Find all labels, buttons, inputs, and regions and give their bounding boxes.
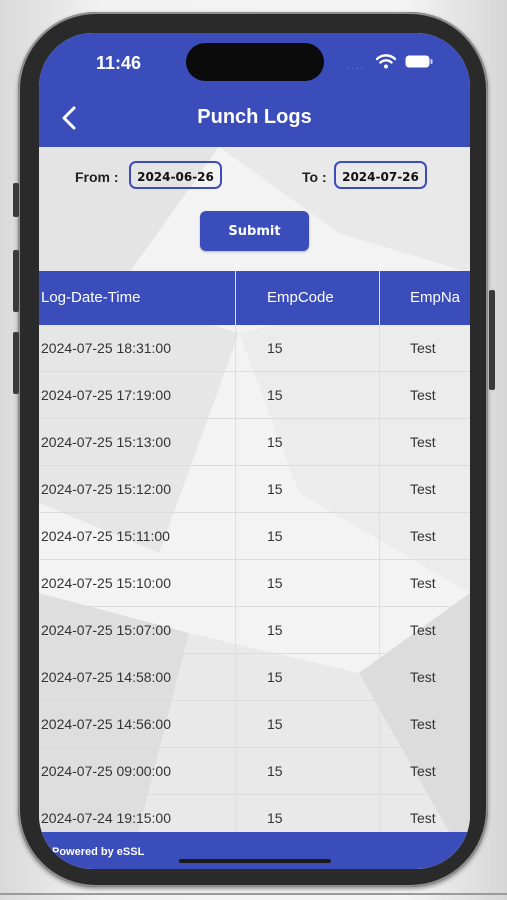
cell-empcode: 15 bbox=[267, 340, 283, 356]
divider bbox=[0, 893, 507, 895]
to-date-field[interactable]: 2024-07-26 bbox=[334, 161, 427, 189]
cell-log-date-time: 2024-07-25 15:13:00 bbox=[41, 434, 171, 450]
battery-icon bbox=[405, 55, 433, 68]
status-time: 11:46 bbox=[96, 53, 142, 73]
cell-log-date-time: 2024-07-25 15:07:00 bbox=[41, 622, 171, 638]
table-row[interactable]: 2024-07-25 15:07:00 15 Test bbox=[39, 607, 470, 654]
cell-empname: Test bbox=[410, 810, 436, 826]
cell-empname: Test bbox=[410, 622, 436, 638]
mute-switch bbox=[13, 183, 19, 217]
table-row[interactable]: 2024-07-25 14:58:00 15 Test bbox=[39, 654, 470, 701]
table-header: Log-Date-Time EmpCode EmpNa bbox=[39, 271, 470, 325]
submit-button[interactable]: Submit bbox=[200, 211, 309, 251]
cell-empcode: 15 bbox=[267, 575, 283, 591]
to-label: To : bbox=[302, 169, 327, 185]
cell-empcode: 15 bbox=[267, 434, 283, 450]
from-label: From : bbox=[75, 169, 119, 185]
wifi-icon bbox=[376, 54, 396, 69]
table-row[interactable]: 2024-07-25 09:00:00 15 Test bbox=[39, 748, 470, 795]
log-table-body[interactable]: 2024-07-25 18:31:00 15 Test 2024-07-25 1… bbox=[39, 325, 470, 832]
table-row[interactable]: 2024-07-25 15:10:00 15 Test bbox=[39, 560, 470, 607]
column-header-log-date-time[interactable]: Log-Date-Time bbox=[41, 271, 231, 325]
page-title: Punch Logs bbox=[197, 106, 312, 128]
cell-log-date-time: 2024-07-24 19:15:00 bbox=[41, 810, 171, 826]
table-row[interactable]: 2024-07-25 15:13:00 15 Test bbox=[39, 419, 470, 466]
volume-up-button bbox=[13, 250, 19, 312]
cell-log-date-time: 2024-07-25 09:00:00 bbox=[41, 763, 171, 779]
home-indicator[interactable] bbox=[179, 859, 331, 863]
table-row[interactable]: 2024-07-24 19:15:00 15 Test bbox=[39, 795, 470, 832]
cell-empcode: 15 bbox=[267, 481, 283, 497]
volume-down-button bbox=[13, 332, 19, 394]
cell-empname: Test bbox=[410, 575, 436, 591]
app-header: 11:46 ···· Punch Logs bbox=[39, 33, 470, 147]
table-row[interactable]: 2024-07-25 18:31:00 15 Test bbox=[39, 325, 470, 372]
app-screen: 11:46 ···· Punch Logs From : 2024-06-26 … bbox=[39, 33, 470, 869]
cell-empname: Test bbox=[410, 387, 436, 403]
cell-empname: Test bbox=[410, 669, 436, 685]
cell-log-date-time: 2024-07-25 14:56:00 bbox=[41, 716, 171, 732]
table-row[interactable]: 2024-07-25 14:56:00 15 Test bbox=[39, 701, 470, 748]
power-button bbox=[489, 290, 495, 390]
cell-log-date-time: 2024-07-25 17:19:00 bbox=[41, 387, 171, 403]
cell-empcode: 15 bbox=[267, 387, 283, 403]
cell-empcode: 15 bbox=[267, 810, 283, 826]
cell-empcode: 15 bbox=[267, 528, 283, 544]
cell-empname: Test bbox=[410, 528, 436, 544]
cell-empname: Test bbox=[410, 340, 436, 356]
table-row[interactable]: 2024-07-25 15:12:00 15 Test bbox=[39, 466, 470, 513]
signal-icon: ···· bbox=[347, 63, 365, 74]
footer-credit: Powered by eSSL bbox=[52, 846, 145, 858]
cell-empcode: 15 bbox=[267, 716, 283, 732]
cell-log-date-time: 2024-07-25 15:11:00 bbox=[41, 528, 170, 544]
dynamic-island bbox=[186, 43, 324, 81]
column-header-empcode[interactable]: EmpCode bbox=[267, 271, 377, 325]
from-date-field[interactable]: 2024-06-26 bbox=[129, 161, 222, 189]
cell-empname: Test bbox=[410, 481, 436, 497]
column-header-empname[interactable]: EmpNa bbox=[410, 271, 470, 325]
table-row[interactable]: 2024-07-25 17:19:00 15 Test bbox=[39, 372, 470, 419]
app-footer: Powered by eSSL bbox=[39, 832, 470, 869]
cell-empname: Test bbox=[410, 763, 436, 779]
cell-empcode: 15 bbox=[267, 622, 283, 638]
cell-empname: Test bbox=[410, 716, 436, 732]
cell-empcode: 15 bbox=[267, 763, 283, 779]
cell-log-date-time: 2024-07-25 18:31:00 bbox=[41, 340, 171, 356]
cell-empcode: 15 bbox=[267, 669, 283, 685]
cell-empname: Test bbox=[410, 434, 436, 450]
cell-log-date-time: 2024-07-25 15:10:00 bbox=[41, 575, 171, 591]
table-row[interactable]: 2024-07-25 15:11:00 15 Test bbox=[39, 513, 470, 560]
cell-log-date-time: 2024-07-25 15:12:00 bbox=[41, 481, 171, 497]
cell-log-date-time: 2024-07-25 14:58:00 bbox=[41, 669, 171, 685]
